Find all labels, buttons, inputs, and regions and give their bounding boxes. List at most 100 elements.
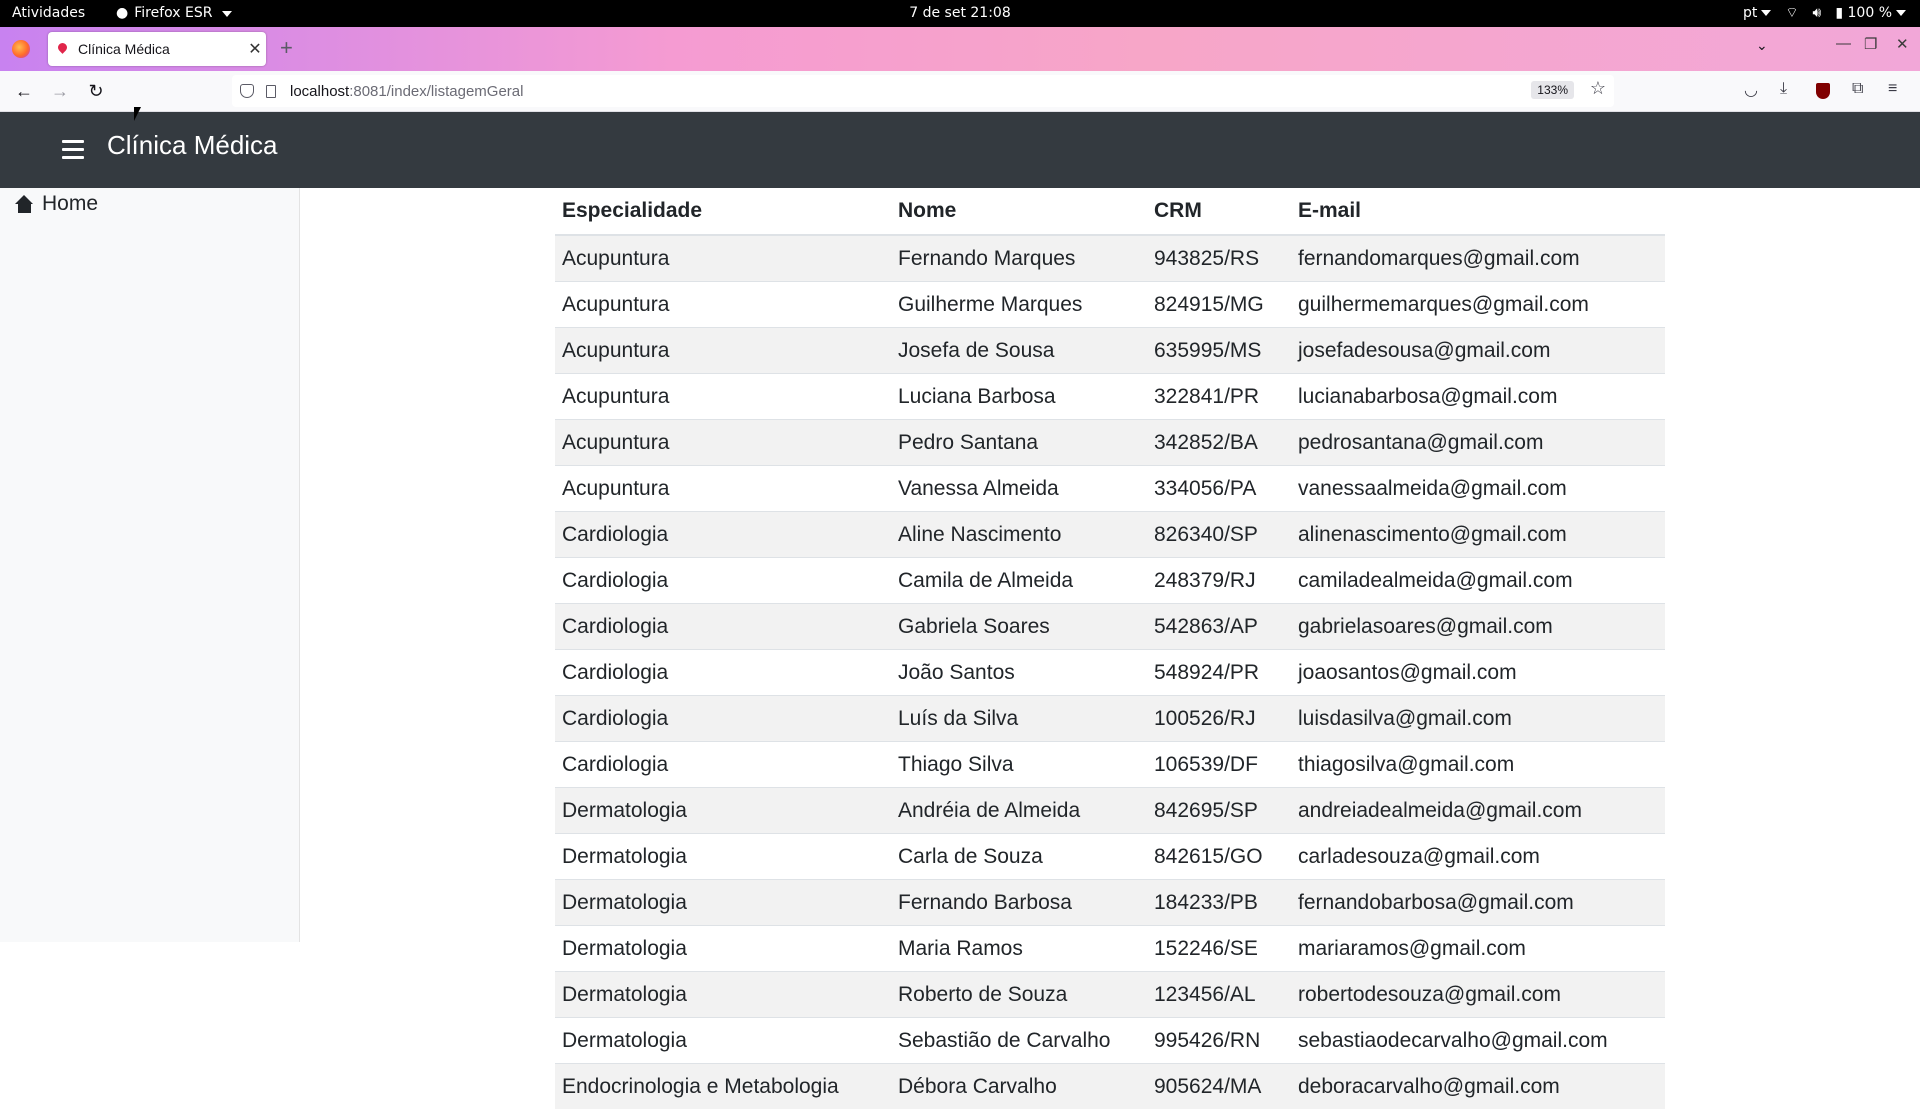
cell-crm: 152246/SE [1147, 926, 1291, 972]
brand-title[interactable]: Clínica Médica [107, 130, 278, 161]
ublock-shield-icon[interactable] [1816, 83, 1830, 99]
cell-especialidade: Acupuntura [555, 235, 891, 282]
cell-crm: 995426/RN [1147, 1018, 1291, 1064]
cell-crm: 322841/PR [1147, 374, 1291, 420]
menu-icon[interactable]: ≡ [1888, 80, 1897, 98]
restore-icon[interactable]: ❐ [1864, 35, 1877, 53]
table-row: CardiologiaCamila de Almeida248379/RJcam… [555, 558, 1665, 604]
pocket-icon[interactable]: ◡ [1744, 80, 1758, 100]
cell-crm: 123456/AL [1147, 972, 1291, 1018]
cell-especialidade: Cardiologia [555, 696, 891, 742]
cell-nome: Fernando Marques [891, 235, 1147, 282]
wifi-icon: ⌔ [1785, 0, 1798, 27]
list-all-tabs-button[interactable]: ⌄ [1756, 37, 1768, 54]
cell-crm: 635995/MS [1147, 328, 1291, 374]
cell-especialidade: Dermatologia [555, 972, 891, 1018]
cell-nome: Thiago Silva [891, 742, 1147, 788]
cell-email: fernandomarques@gmail.com [1291, 235, 1665, 282]
reload-button[interactable]: ↻ [84, 79, 108, 103]
page-icon[interactable] [266, 85, 276, 98]
cell-email: alinenascimento@gmail.com [1291, 512, 1665, 558]
table-row: CardiologiaLuís da Silva100526/RJluisdas… [555, 696, 1665, 742]
cell-nome: Guilherme Marques [891, 282, 1147, 328]
table-row: Endocrinologia e MetabologiaDébora Carva… [555, 1064, 1665, 1109]
url-text[interactable]: localhost:8081/index/listagemGeral [290, 83, 523, 100]
map-pin-icon [58, 43, 68, 55]
column-header-crm: CRM [1147, 188, 1291, 235]
battery-icon: ▮ [1835, 5, 1843, 21]
new-tab-button[interactable]: + [280, 35, 293, 61]
clock-label[interactable]: 7 de set 21:08 [909, 5, 1011, 21]
cell-especialidade: Acupuntura [555, 420, 891, 466]
cell-nome: Gabriela Soares [891, 604, 1147, 650]
cell-email: carladesouza@gmail.com [1291, 834, 1665, 880]
cell-crm: 542863/AP [1147, 604, 1291, 650]
app-menu[interactable]: ● Firefox ESR [116, 0, 232, 27]
url-bar[interactable]: localhost:8081/index/listagemGeral 133% … [232, 75, 1614, 107]
home-icon [15, 195, 34, 213]
cell-crm: 334056/PA [1147, 466, 1291, 512]
tab-clinica-medica[interactable]: Clínica Médica ✕ [48, 32, 266, 66]
cell-especialidade: Dermatologia [555, 788, 891, 834]
activities-button[interactable]: Atividades [12, 0, 85, 27]
hamburger-menu-icon[interactable] [62, 140, 84, 160]
shield-icon[interactable] [240, 84, 254, 98]
cell-crm: 824915/MG [1147, 282, 1291, 328]
back-button[interactable]: ← [12, 79, 36, 103]
table-row: AcupunturaVanessa Almeida334056/PAvaness… [555, 466, 1665, 512]
cell-especialidade: Acupuntura [555, 328, 891, 374]
table-row: CardiologiaThiago Silva106539/DFthiagosi… [555, 742, 1665, 788]
download-icon[interactable]: ⤓ [1780, 80, 1787, 98]
doctors-table: Especialidade Nome CRM E-mail Acupuntura… [555, 188, 1665, 1109]
cell-nome: João Santos [891, 650, 1147, 696]
cell-crm: 100526/RJ [1147, 696, 1291, 742]
language-indicator[interactable]: pt [1743, 0, 1771, 27]
cell-crm: 184233/PB [1147, 880, 1291, 926]
cell-especialidade: Cardiologia [555, 558, 891, 604]
cell-email: robertodesouza@gmail.com [1291, 972, 1665, 1018]
column-header-especialidade: Especialidade [555, 188, 891, 235]
cell-email: andreiadealmeida@gmail.com [1291, 788, 1665, 834]
cell-crm: 248379/RJ [1147, 558, 1291, 604]
cell-crm: 943825/RS [1147, 235, 1291, 282]
column-header-email: E-mail [1291, 188, 1665, 235]
tab-title: Clínica Médica [78, 41, 244, 57]
sidebar-item-label: Home [42, 192, 98, 216]
cell-especialidade: Cardiologia [555, 742, 891, 788]
cell-especialidade: Cardiologia [555, 604, 891, 650]
zoom-level-button[interactable]: 133% [1531, 81, 1574, 99]
cell-email: camiladealmeida@gmail.com [1291, 558, 1665, 604]
firefox-view-icon[interactable] [12, 40, 30, 58]
cell-nome: Camila de Almeida [891, 558, 1147, 604]
close-window-icon[interactable]: ✕ [1896, 35, 1909, 53]
cell-especialidade: Dermatologia [555, 834, 891, 880]
cell-especialidade: Dermatologia [555, 926, 891, 972]
cell-especialidade: Cardiologia [555, 650, 891, 696]
bookmark-star-icon[interactable]: ☆ [1590, 78, 1606, 99]
cell-crm: 842695/SP [1147, 788, 1291, 834]
cell-nome: Roberto de Souza [891, 972, 1147, 1018]
system-top-bar: Atividades ● Firefox ESR 7 de set 21:08 … [0, 0, 1920, 27]
close-icon[interactable]: ✕ [244, 39, 266, 59]
cell-crm: 106539/DF [1147, 742, 1291, 788]
cell-especialidade: Acupuntura [555, 282, 891, 328]
cell-nome: Débora Carvalho [891, 1064, 1147, 1109]
sidebar-item-home[interactable]: Home [15, 192, 98, 216]
cell-nome: Luciana Barbosa [891, 374, 1147, 420]
extensions-icon[interactable]: ⧉ [1852, 80, 1863, 98]
table-row: AcupunturaLuciana Barbosa322841/PRlucian… [555, 374, 1665, 420]
cell-crm: 548924/PR [1147, 650, 1291, 696]
minimize-icon[interactable]: — [1836, 35, 1851, 52]
doctors-table-container: Especialidade Nome CRM E-mail Acupuntura… [555, 188, 1665, 1109]
mouse-cursor [134, 107, 141, 121]
table-row: AcupunturaGuilherme Marques824915/MGguil… [555, 282, 1665, 328]
cell-crm: 905624/MA [1147, 1064, 1291, 1109]
cell-nome: Vanessa Almeida [891, 466, 1147, 512]
system-tray[interactable]: pt ⌔ 🔊︎ ▮ 100 % [1743, 0, 1906, 27]
cell-email: fernandobarbosa@gmail.com [1291, 880, 1665, 926]
cell-email: sebastiaodecarvalho@gmail.com [1291, 1018, 1665, 1064]
forward-button[interactable]: → [48, 79, 72, 103]
cell-nome: Maria Ramos [891, 926, 1147, 972]
chevron-down-icon [1761, 10, 1771, 16]
cell-especialidade: Acupuntura [555, 466, 891, 512]
